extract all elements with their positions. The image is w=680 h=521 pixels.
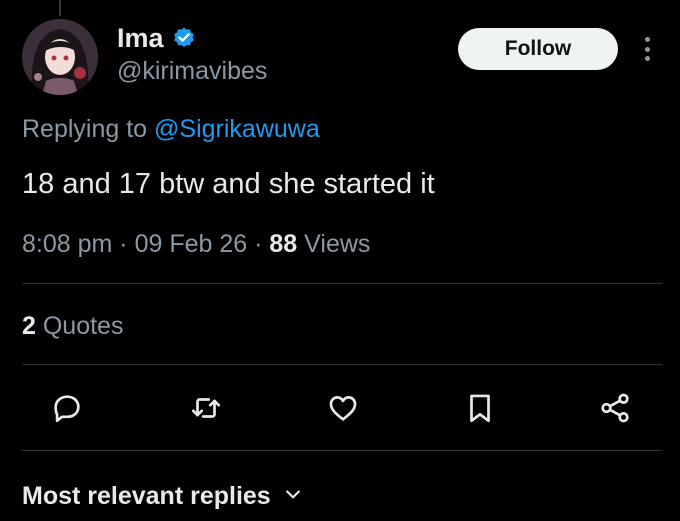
meta-separator: · [254, 230, 263, 258]
author-name-row[interactable]: Ima [117, 22, 196, 54]
tweet-text: 18 and 17 btw and she started it [22, 168, 435, 200]
replies-sort-label: Most relevant replies [22, 482, 271, 510]
divider [22, 364, 662, 365]
divider [22, 450, 662, 451]
divider [22, 283, 662, 284]
author-handle[interactable]: @kirimavibes [117, 56, 267, 86]
reply-mention-link[interactable]: @Sigrikawuwa [154, 115, 320, 143]
views-count: 88 [269, 230, 298, 258]
meta-separator: · [119, 230, 128, 258]
thread-connector-line [59, 0, 61, 16]
quotes-label: Quotes [42, 312, 124, 340]
more-options-icon[interactable] [636, 33, 658, 65]
tweet-meta: 8:08 pm · 09 Feb 26 · 88 Views [22, 229, 370, 259]
replies-sort-dropdown[interactable]: Most relevant replies [22, 480, 303, 512]
tweet-date[interactable]: 09 Feb 26 [135, 230, 248, 258]
replying-to-label: Replying to [22, 115, 148, 143]
share-icon[interactable] [595, 388, 635, 428]
views-label: Views [304, 230, 371, 258]
follow-button[interactable]: Follow [458, 28, 618, 70]
author-name[interactable]: Ima [117, 22, 164, 54]
reply-context: Replying to @Sigrikawuwa [22, 114, 320, 144]
bookmark-icon[interactable] [460, 388, 500, 428]
avatar[interactable] [22, 19, 98, 95]
quotes-count: 2 [22, 312, 36, 340]
reply-icon[interactable] [47, 388, 87, 428]
like-icon[interactable] [323, 388, 363, 428]
quotes-stat[interactable]: 2 Quotes [22, 311, 123, 341]
chevron-down-icon [283, 480, 303, 512]
verified-badge-icon [172, 26, 196, 50]
retweet-icon[interactable] [186, 388, 226, 428]
tweet-time[interactable]: 8:08 pm [22, 230, 112, 258]
